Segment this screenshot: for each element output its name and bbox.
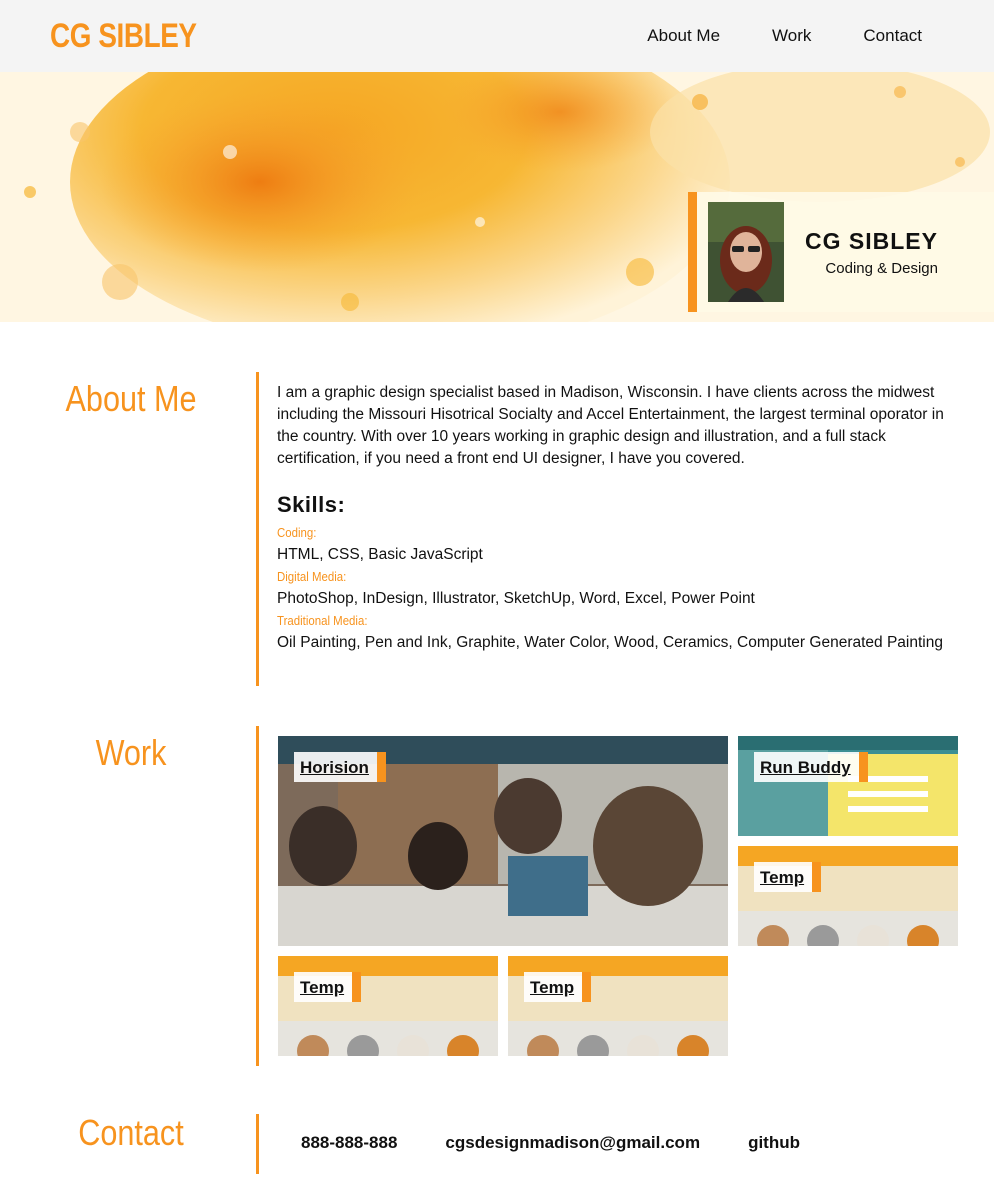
top-navigation-bar: CG SIBLEY About Me Work Contact xyxy=(0,0,994,72)
skills-heading: Skills: xyxy=(277,492,346,517)
skill-label-digital: Digital Media: xyxy=(277,569,347,584)
contact-github-link[interactable]: github xyxy=(748,1133,800,1153)
project-tile-temp-3[interactable]: Temp xyxy=(508,956,728,1056)
contact-divider xyxy=(256,1114,259,1174)
work-divider xyxy=(256,726,259,1066)
hero-banner: CG SIBLEY Coding & Design xyxy=(0,72,994,322)
hero-tagline: Coding & Design xyxy=(825,260,938,277)
nav-link-contact[interactable]: Contact xyxy=(863,26,922,46)
project-tile-temp-1[interactable]: Temp xyxy=(738,846,958,946)
project-tile-temp-2[interactable]: Temp xyxy=(278,956,498,1056)
project-label-run-buddy[interactable]: Run Buddy xyxy=(754,752,868,782)
work-section-title: Work xyxy=(95,732,167,773)
project-tile-run-buddy[interactable]: Run Buddy xyxy=(738,736,958,836)
accent-bar xyxy=(688,192,697,312)
about-bio: I am a graphic design specialist based i… xyxy=(277,384,944,467)
nav-link-about[interactable]: About Me xyxy=(647,26,720,46)
skill-label-traditional: Traditional Media: xyxy=(277,613,368,628)
project-label-temp-2[interactable]: Temp xyxy=(294,972,362,1002)
hero-name: CG SIBLEY xyxy=(805,228,938,254)
profile-card: CG SIBLEY Coding & Design xyxy=(688,192,994,312)
profile-photo xyxy=(708,202,784,302)
project-label-temp-3[interactable]: Temp xyxy=(524,972,592,1002)
project-label-horision[interactable]: Horision xyxy=(294,752,386,782)
project-thumbnail-temp-1 xyxy=(738,846,958,946)
portrait-image xyxy=(708,202,784,302)
skill-label-coding: Coding: xyxy=(277,525,317,540)
nav-link-work[interactable]: Work xyxy=(772,26,811,46)
skill-value-coding: HTML, CSS, Basic JavaScript xyxy=(277,546,483,563)
about-divider xyxy=(256,372,259,686)
project-tile-horision[interactable]: Horision xyxy=(278,736,728,946)
project-thumbnail-temp-3 xyxy=(508,956,728,1056)
skill-value-traditional: Oil Painting, Pen and Ink, Graphite, Wat… xyxy=(277,634,943,651)
project-thumbnail-run-buddy xyxy=(738,736,958,836)
skill-value-digital: PhotoShop, InDesign, Illustrator, Sketch… xyxy=(277,590,755,607)
main-nav: About Me Work Contact xyxy=(647,26,922,46)
about-section-title: About Me xyxy=(65,378,197,419)
project-thumbnail-temp-2 xyxy=(278,956,498,1056)
contact-links: 888-888-888 cgsdesignmadison@gmail.com g… xyxy=(301,1133,800,1153)
contact-email-link[interactable]: cgsdesignmadison@gmail.com xyxy=(445,1133,700,1153)
site-logo[interactable]: CG SIBLEY xyxy=(50,17,197,56)
contact-section-title: Contact xyxy=(78,1112,184,1153)
contact-phone-link[interactable]: 888-888-888 xyxy=(301,1133,397,1153)
project-label-temp-1[interactable]: Temp xyxy=(754,862,822,892)
